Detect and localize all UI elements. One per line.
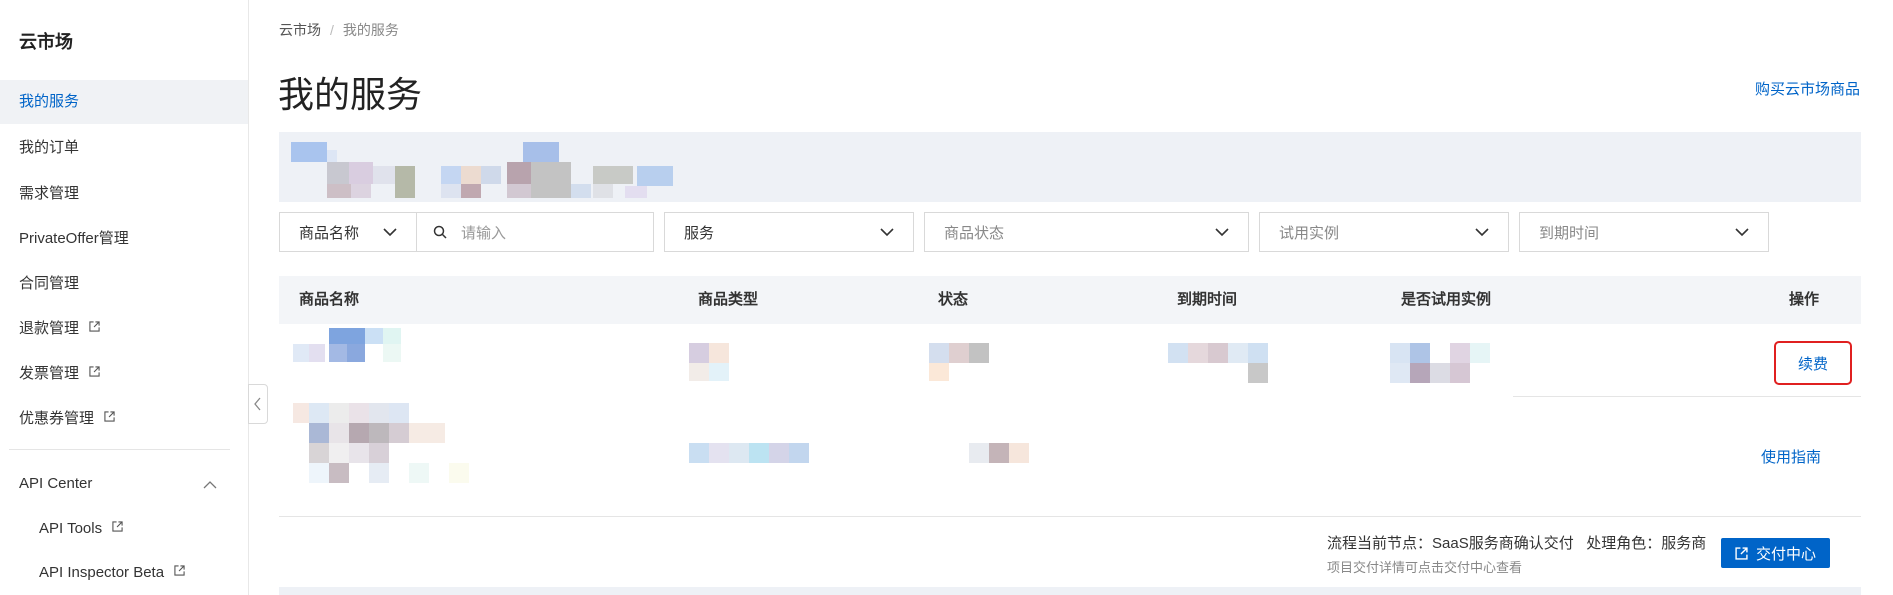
sidebar-title: 云市场	[19, 32, 73, 52]
sidebar-item-api-inspector[interactable]: API Inspector Beta	[0, 551, 248, 595]
delivery-center-label: 交付中心	[1755, 545, 1816, 563]
buy-market-product-link[interactable]: 购买云市场商品	[1755, 78, 1860, 99]
column-header-name: 商品名称	[299, 291, 360, 308]
sidebar-item-coupons[interactable]: 优惠券管理	[0, 397, 248, 441]
column-header-actions: 操作	[1789, 291, 1820, 308]
search-field-select[interactable]: 商品名称	[280, 213, 417, 251]
column-header-type: 商品类型	[698, 291, 759, 308]
chevron-down-icon	[1475, 228, 1489, 237]
external-link-icon	[112, 521, 123, 532]
external-link-icon	[89, 366, 100, 377]
status-select-placeholder: 商品状态	[944, 224, 1005, 242]
breadcrumb-root[interactable]: 云市场	[279, 22, 321, 38]
chevron-left-icon	[254, 397, 261, 411]
renew-button[interactable]: 续费	[1798, 353, 1828, 374]
sidebar-item-api-tools[interactable]: API Tools	[0, 507, 248, 551]
sidebar-item-label: 我的服务	[19, 93, 80, 110]
row-divider	[279, 516, 1861, 517]
next-section-strip	[279, 587, 1861, 595]
search-icon	[433, 225, 447, 239]
table-header: 商品名称 商品类型 状态 到期时间 是否试用实例 操作	[279, 276, 1861, 324]
usage-guide-link[interactable]: 使用指南	[1761, 446, 1821, 467]
chevron-down-icon	[1735, 228, 1749, 237]
search-field-label: 商品名称	[299, 224, 360, 242]
sidebar-item-invoices[interactable]: 发票管理	[0, 352, 248, 396]
row-divider	[1513, 396, 1861, 397]
sidebar-item-label: 优惠券管理	[19, 410, 95, 427]
breadcrumb-separator: /	[330, 22, 334, 38]
breadcrumb: 云市场 / 我的服务	[279, 20, 399, 40]
sidebar-item-my-services[interactable]: 我的服务	[0, 80, 248, 124]
status-select[interactable]: 商品状态	[924, 212, 1249, 252]
sidebar: 云市场 我的服务 我的订单 需求管理 PrivateOffer管理 合同管理 退…	[0, 0, 249, 595]
flow-status-hint: 项目交付详情可点击交付中心查看	[1327, 560, 1523, 575]
sidebar-item-contracts[interactable]: 合同管理	[0, 262, 248, 306]
sidebar-item-api-center[interactable]: API Center	[0, 462, 248, 506]
chevron-down-icon	[1215, 228, 1229, 237]
sidebar-divider	[9, 449, 230, 450]
sidebar-item-my-orders[interactable]: 我的订单	[0, 126, 248, 170]
column-header-status: 状态	[938, 291, 969, 308]
search-placeholder: 请输入	[461, 224, 507, 242]
chevron-down-icon	[383, 228, 397, 237]
breadcrumb-current: 我的服务	[342, 22, 399, 38]
trial-select[interactable]: 试用实例	[1259, 212, 1509, 252]
sidebar-item-label: PrivateOffer管理	[19, 230, 129, 247]
sidebar-item-label: API Center	[19, 475, 93, 492]
sidebar-item-private-offer[interactable]: PrivateOffer管理	[0, 217, 248, 261]
external-link-icon	[89, 321, 100, 332]
sidebar-item-label: API Inspector Beta	[39, 564, 165, 581]
column-header-expiry: 到期时间	[1177, 291, 1238, 308]
info-banner	[279, 132, 1861, 202]
sidebar-item-label: 发票管理	[19, 365, 80, 382]
trial-select-placeholder: 试用实例	[1279, 224, 1340, 242]
sidebar-item-label: 我的订单	[19, 139, 80, 156]
chevron-down-icon	[880, 228, 894, 237]
external-link-icon	[104, 411, 115, 422]
sidebar-item-label: 合同管理	[19, 275, 80, 292]
renew-highlight: 续费	[1774, 341, 1852, 385]
sidebar-item-label: API Tools	[39, 520, 103, 537]
expiry-select-placeholder: 到期时间	[1539, 224, 1600, 242]
sidebar-item-label: 需求管理	[19, 185, 80, 202]
delivery-center-button[interactable]: 交付中心	[1721, 538, 1830, 568]
flow-status-text: 流程当前节点：SaaS服务商确认交付 处理角色：服务商	[1327, 535, 1707, 552]
sidebar-item-refunds[interactable]: 退款管理	[0, 307, 248, 351]
page-title: 我的服务	[278, 74, 423, 115]
chevron-up-icon	[203, 481, 217, 489]
sidebar-collapse-button[interactable]	[248, 384, 268, 424]
search-filter-group: 商品名称 请输入	[279, 212, 654, 252]
expiry-select[interactable]: 到期时间	[1519, 212, 1769, 252]
sidebar-item-label: 退款管理	[19, 320, 80, 337]
external-link-icon	[174, 565, 185, 576]
search-input[interactable]: 请输入	[417, 213, 653, 251]
column-header-trial: 是否试用实例	[1401, 291, 1492, 308]
service-select[interactable]: 服务	[664, 212, 914, 252]
external-link-icon	[1735, 546, 1748, 560]
sidebar-item-requirements[interactable]: 需求管理	[0, 172, 248, 216]
service-select-value: 服务	[684, 224, 715, 242]
